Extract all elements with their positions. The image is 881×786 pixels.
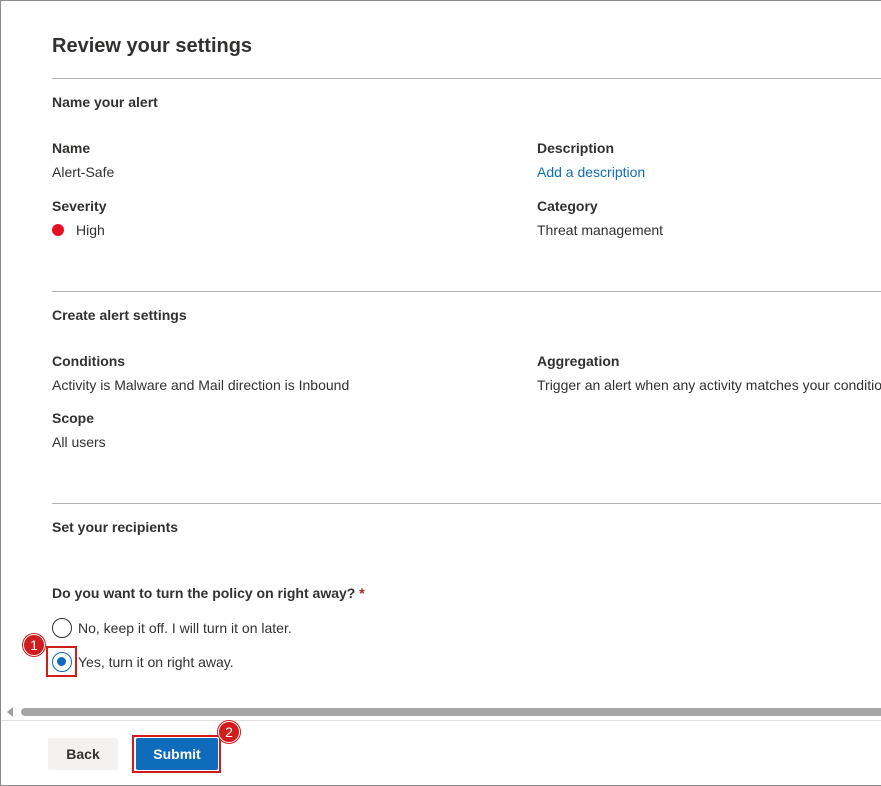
back-button[interactable]: Back <box>48 738 118 770</box>
section-divider <box>52 291 881 292</box>
horizontal-scrollbar[interactable] <box>1 705 881 719</box>
severity-label: Severity <box>52 198 107 214</box>
section-title-recipients: Set your recipients <box>52 519 179 535</box>
radio-option-keep-off[interactable]: No, keep it off. I will turn it on later… <box>52 618 292 638</box>
severity-dot-icon <box>52 224 64 236</box>
radio-label-turn-on: Yes, turn it on right away. <box>78 654 234 670</box>
radio-option-turn-on[interactable]: Yes, turn it on right away. <box>52 652 234 672</box>
scope-label: Scope <box>52 410 95 426</box>
section-title-alert-settings: Create alert settings <box>52 307 187 323</box>
step-badge-2: 2 <box>218 721 240 743</box>
section-divider <box>52 503 881 504</box>
step-badge-1: 1 <box>23 634 45 656</box>
aggregation-value: Trigger an alert when any activity match… <box>537 377 881 393</box>
policy-question: Do you want to turn the policy on right … <box>52 585 365 601</box>
severity-value: High <box>52 222 105 238</box>
description-label: Description <box>537 140 615 156</box>
name-label: Name <box>52 140 91 156</box>
radio-label-keep-off: No, keep it off. I will turn it on later… <box>78 620 292 636</box>
name-value: Alert-Safe <box>52 164 115 180</box>
severity-text: High <box>76 222 105 238</box>
conditions-label: Conditions <box>52 353 126 369</box>
category-value: Threat management <box>537 222 664 238</box>
policy-question-text: Do you want to turn the policy on right … <box>52 585 356 601</box>
add-description-link[interactable]: Add a description <box>537 164 645 180</box>
category-label: Category <box>537 198 598 214</box>
scroll-left-arrow-icon[interactable] <box>7 707 13 717</box>
scope-value: All users <box>52 434 106 450</box>
review-settings-panel: Review your settings Name your alert Nam… <box>0 0 881 786</box>
aggregation-label: Aggregation <box>537 353 620 369</box>
submit-button[interactable]: Submit <box>136 738 218 770</box>
page-title: Review your settings <box>52 35 253 57</box>
scrollbar-thumb[interactable] <box>21 708 881 716</box>
section-title-name-alert: Name your alert <box>52 94 158 110</box>
footer-divider <box>1 720 881 721</box>
required-marker: * <box>359 585 365 601</box>
highlight-box-radio <box>46 646 77 677</box>
section-divider <box>52 78 881 79</box>
radio-button-unchecked[interactable] <box>52 618 72 638</box>
conditions-value: Activity is Malware and Mail direction i… <box>52 377 350 393</box>
